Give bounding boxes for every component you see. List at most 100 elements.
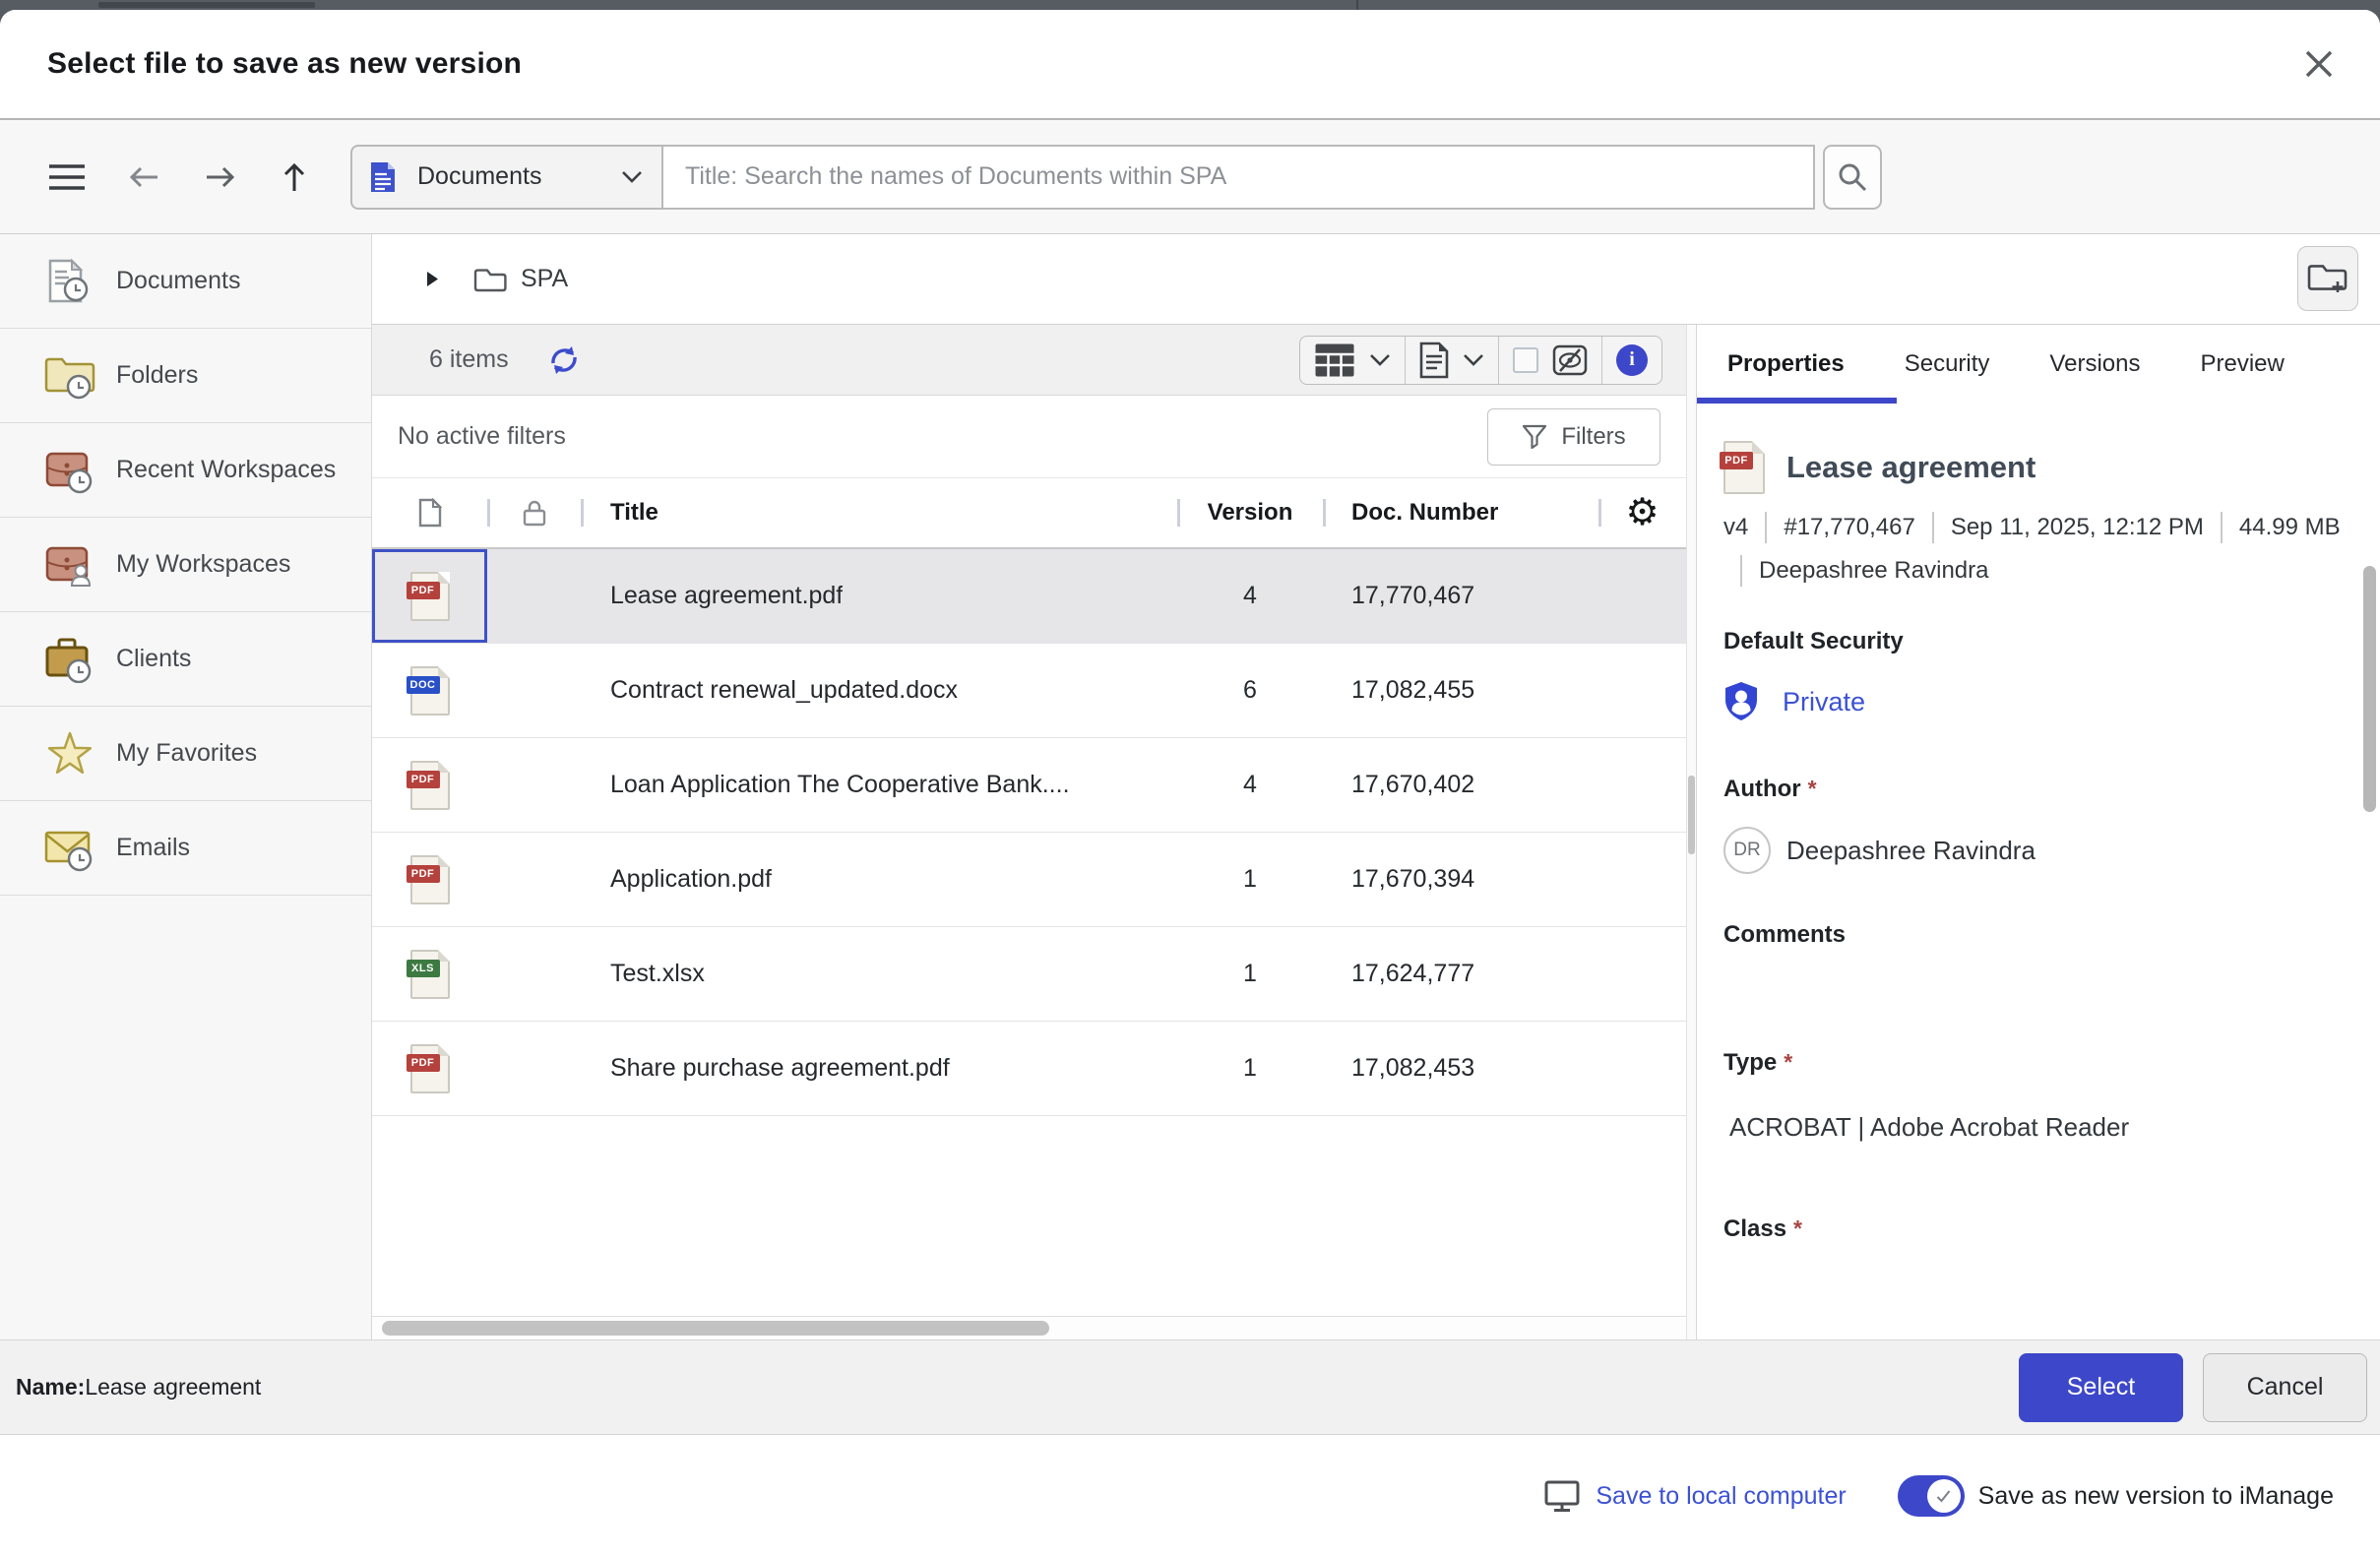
row-version: 1 xyxy=(1243,1054,1257,1083)
chevron-down-icon xyxy=(1463,353,1484,366)
hide-preview-icon[interactable] xyxy=(1552,344,1588,376)
filters-button[interactable]: Filters xyxy=(1487,408,1660,466)
workspace-recent-icon xyxy=(41,447,98,494)
meta-separator xyxy=(2221,512,2223,543)
tab-security[interactable]: Security xyxy=(1905,350,1990,378)
save-imanage-toggle[interactable] xyxy=(1898,1475,1965,1517)
refresh-icon[interactable] xyxy=(546,343,582,378)
title-column-header[interactable]: Title xyxy=(581,478,1177,547)
row-version: 4 xyxy=(1243,771,1257,799)
file-type-cell: XLS xyxy=(372,927,487,1021)
search-button[interactable] xyxy=(1823,145,1882,210)
content-area: Documents Folders Recent Workspaces My W… xyxy=(0,234,2380,1339)
selection-name-bar: Name: Lease agreement Select Cancel xyxy=(0,1339,2380,1435)
save-local-link[interactable]: Save to local computer xyxy=(1544,1480,1846,1513)
close-icon[interactable] xyxy=(2297,42,2341,86)
table-view-toggle[interactable] xyxy=(1300,337,1405,384)
doc-number-column-header[interactable]: Doc. Number xyxy=(1323,478,1598,547)
meta-item: Deepashree Ravindra xyxy=(1759,549,1988,592)
sidebar-item-emails[interactable]: Emails xyxy=(0,801,371,896)
tab-versions[interactable]: Versions xyxy=(2049,350,2140,378)
file-type-icon: PDF xyxy=(410,1044,450,1093)
row-doc-number: 17,082,455 xyxy=(1351,676,1474,705)
table-row[interactable]: PDF Share purchase agreement.pdf 1 17,08… xyxy=(372,1022,1686,1116)
search-scope-dropdown[interactable]: Documents xyxy=(350,145,663,210)
monitor-icon xyxy=(1544,1480,1580,1513)
caret-right-icon[interactable] xyxy=(425,270,440,288)
save-imanage-label: Save as new version to iManage xyxy=(1978,1482,2334,1511)
breadcrumb-folder-label[interactable]: SPA xyxy=(521,265,568,293)
sidebar-item-recent-workspaces[interactable]: Recent Workspaces xyxy=(0,423,371,518)
forward-arrow-icon[interactable] xyxy=(203,162,238,192)
default-security-label: Default Security xyxy=(1723,628,2380,655)
tab-preview[interactable]: Preview xyxy=(2200,350,2284,378)
select-button[interactable]: Select xyxy=(2019,1353,2183,1422)
type-label: Type* xyxy=(1723,1049,2380,1077)
table-row[interactable]: DOC Contract renewal_updated.docx 6 17,0… xyxy=(372,644,1686,738)
horizontal-scrollbar[interactable] xyxy=(372,1316,1686,1339)
chevron-down-icon xyxy=(620,170,644,184)
gear-icon: ⚙ xyxy=(1625,494,1659,531)
row-doc-number: 17,670,394 xyxy=(1351,865,1474,894)
sidebar-item-folders[interactable]: Folders xyxy=(0,329,371,423)
items-count: 6 items xyxy=(429,345,509,374)
sidebar: Documents Folders Recent Workspaces My W… xyxy=(0,234,372,1339)
table-row[interactable]: PDF Lease agreement.pdf 4 17,770,467 xyxy=(372,549,1686,644)
page-title: Select file to save as new version xyxy=(47,47,522,81)
filter-status: No active filters xyxy=(398,422,566,451)
list-scrollbar-thumb[interactable] xyxy=(1688,776,1695,854)
search-icon xyxy=(1837,161,1868,193)
file-type-cell: PDF xyxy=(372,833,487,926)
details-scrollbar-thumb[interactable] xyxy=(2363,566,2376,812)
file-icon-column-header[interactable] xyxy=(372,478,487,547)
search-input[interactable] xyxy=(663,145,1815,210)
table-row[interactable]: PDF Loan Application The Cooperative Ban… xyxy=(372,738,1686,833)
lock-cell xyxy=(487,549,581,643)
row-doc-number: 17,670,402 xyxy=(1351,771,1474,799)
lock-column-header[interactable] xyxy=(487,478,581,547)
hamburger-icon[interactable] xyxy=(47,163,87,191)
preview-options xyxy=(1498,337,1601,384)
sidebar-item-clients[interactable]: Clients xyxy=(0,612,371,707)
column-settings-button[interactable]: ⚙ xyxy=(1598,478,1686,547)
horizontal-scrollbar-thumb[interactable] xyxy=(382,1321,1049,1336)
row-version: 1 xyxy=(1243,865,1257,894)
file-type-cell: PDF xyxy=(372,738,487,832)
row-version: 6 xyxy=(1243,676,1257,705)
table-row[interactable]: PDF Application.pdf 1 17,670,394 xyxy=(372,833,1686,927)
version-column-header[interactable]: Version xyxy=(1177,478,1323,547)
folder-recent-icon xyxy=(41,352,98,400)
lock-cell xyxy=(487,1022,581,1115)
new-folder-button[interactable] xyxy=(2297,246,2358,311)
sidebar-item-my-workspaces[interactable]: My Workspaces xyxy=(0,518,371,612)
file-type-icon: PDF xyxy=(410,761,450,810)
tab-properties[interactable]: Properties xyxy=(1727,350,1845,378)
avatar: DR xyxy=(1723,827,1771,874)
author-label: Author* xyxy=(1723,776,2380,803)
sidebar-item-my-favorites[interactable]: My Favorites xyxy=(0,707,371,801)
browser-pane: SPA 6 items xyxy=(372,234,2380,1339)
documents-recent-icon xyxy=(41,258,98,305)
security-value-link[interactable]: Private xyxy=(1783,687,1865,717)
document-view-toggle[interactable] xyxy=(1405,337,1498,384)
meta-item: #17,770,467 xyxy=(1784,506,1914,549)
list-vertical-scrollbar[interactable] xyxy=(1686,325,1696,1339)
up-arrow-icon[interactable] xyxy=(280,159,309,195)
row-version: 4 xyxy=(1243,582,1257,610)
lock-cell xyxy=(487,644,581,737)
sidebar-item-documents[interactable]: Documents xyxy=(0,234,371,329)
author-name: Deepashree Ravindra xyxy=(1786,836,2036,866)
cancel-button[interactable]: Cancel xyxy=(2203,1353,2367,1422)
file-type-icon: XLS xyxy=(410,950,450,999)
required-asterisk: * xyxy=(1808,776,1817,801)
view-options-group: i xyxy=(1299,336,1662,385)
info-toggle[interactable]: i xyxy=(1601,337,1661,384)
row-title: Application.pdf xyxy=(610,865,772,894)
row-title: Lease agreement.pdf xyxy=(610,582,843,610)
table-row[interactable]: XLS Test.xlsx 1 17,624,777 xyxy=(372,927,1686,1022)
properties-content: PDF Lease agreement v4#17,770,467Sep 11,… xyxy=(1697,404,2380,1339)
select-all-checkbox[interactable] xyxy=(1513,347,1538,373)
row-title: Contract renewal_updated.docx xyxy=(610,676,958,705)
file-type-cell: DOC xyxy=(372,644,487,737)
back-arrow-icon[interactable] xyxy=(126,162,161,192)
